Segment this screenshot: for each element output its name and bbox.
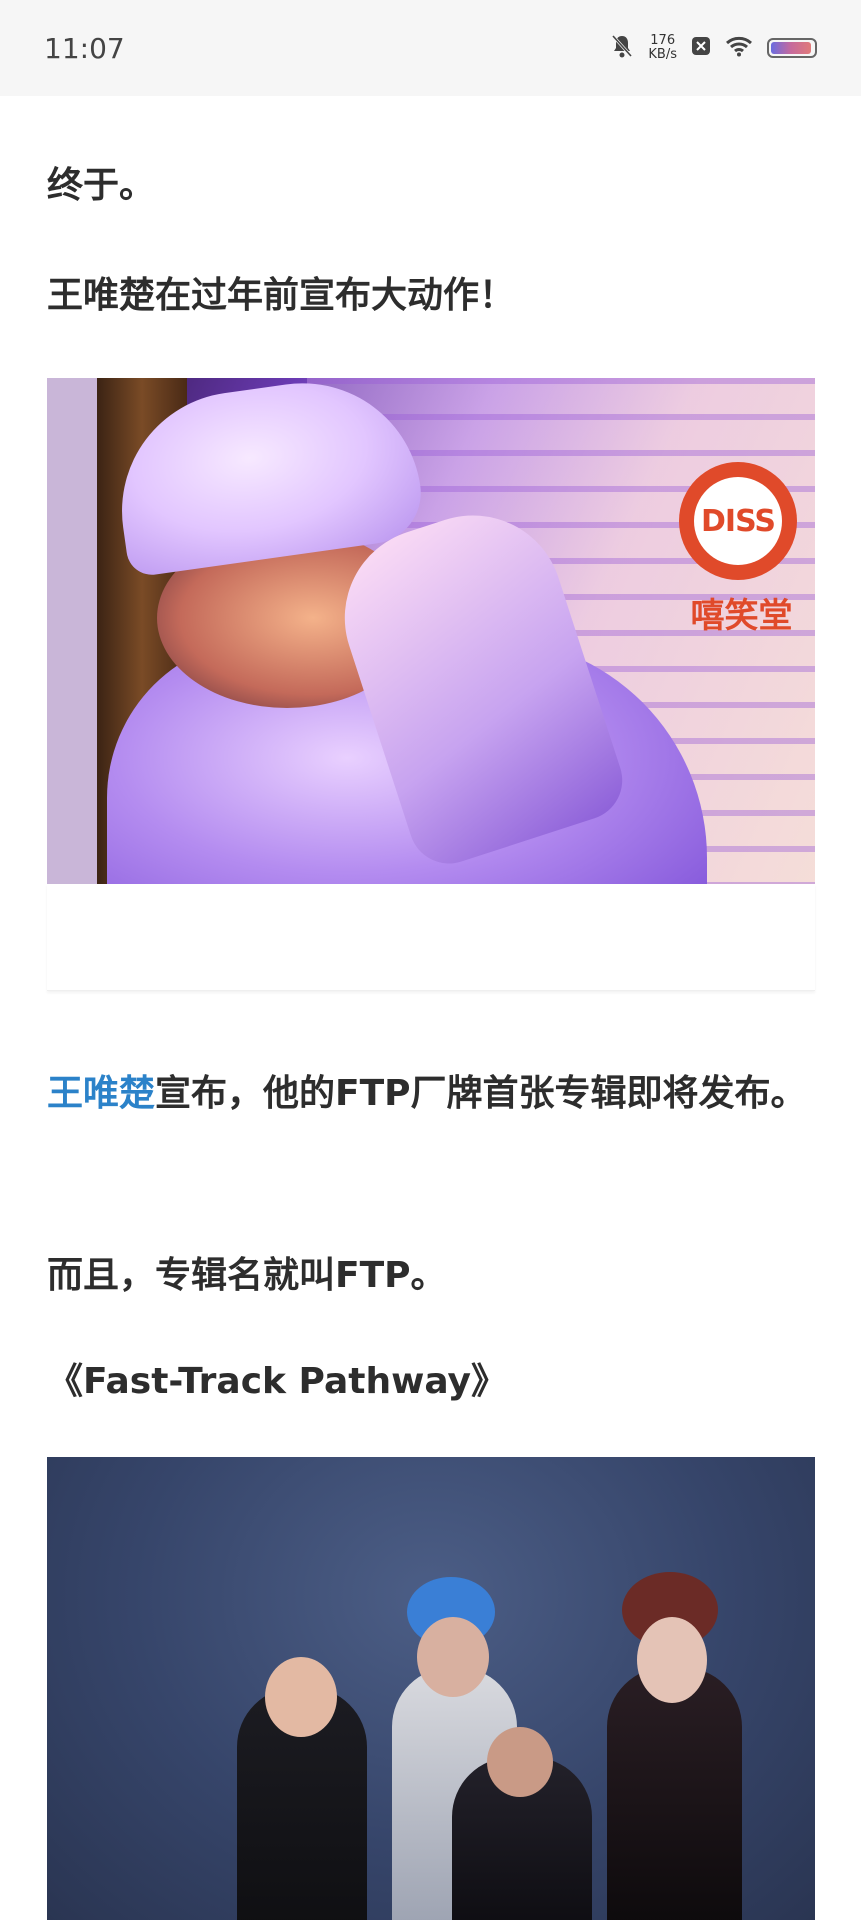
network-speed-value: 176 [650, 33, 676, 48]
diss-logo-text: DISS [694, 477, 782, 565]
status-bar: 11:07 176 KB/s [0, 0, 861, 96]
artist-link[interactable]: 王唯楚 [47, 1073, 155, 1114]
paragraph-1: 终于。 [47, 165, 156, 206]
diss-logo: DISS [679, 462, 797, 580]
image-background-wall [47, 378, 97, 884]
image-figure-4 [607, 1667, 742, 1920]
paragraph-3: 王唯楚宣布，他的FTP厂牌首张专辑即将发布。 [47, 1062, 815, 1126]
image-1-caption-area [47, 884, 815, 991]
image-figure-4-head [637, 1617, 707, 1703]
close-box-icon [691, 36, 711, 60]
status-icons: 176 KB/s [610, 33, 817, 63]
image-figure-3-head [487, 1727, 553, 1797]
network-speed-unit: KB/s [648, 47, 677, 62]
network-speed: 176 KB/s [648, 34, 677, 62]
image-figure-2-head [417, 1617, 489, 1697]
battery-icon [767, 38, 817, 58]
mute-bell-icon [610, 33, 634, 63]
paragraph-2: 王唯楚在过年前宣布大动作！ [47, 275, 516, 316]
paragraph-3-text: 宣布，他的FTP厂牌首张专辑即将发布。 [155, 1073, 807, 1114]
image-figure-1-head [265, 1657, 337, 1737]
battery-level [771, 42, 811, 54]
paragraph-4: 而且，专辑名就叫FTP。 [47, 1255, 447, 1296]
clock: 11:07 [44, 31, 125, 65]
paragraph-5: 《Fast-Track Pathway》 [47, 1361, 507, 1402]
article-image-2[interactable] [47, 1457, 815, 1920]
article-image-1[interactable]: DISS 嘻笑堂 [47, 378, 815, 884]
wifi-icon [725, 35, 753, 61]
brand-watermark: 嘻笑堂 [690, 596, 793, 636]
